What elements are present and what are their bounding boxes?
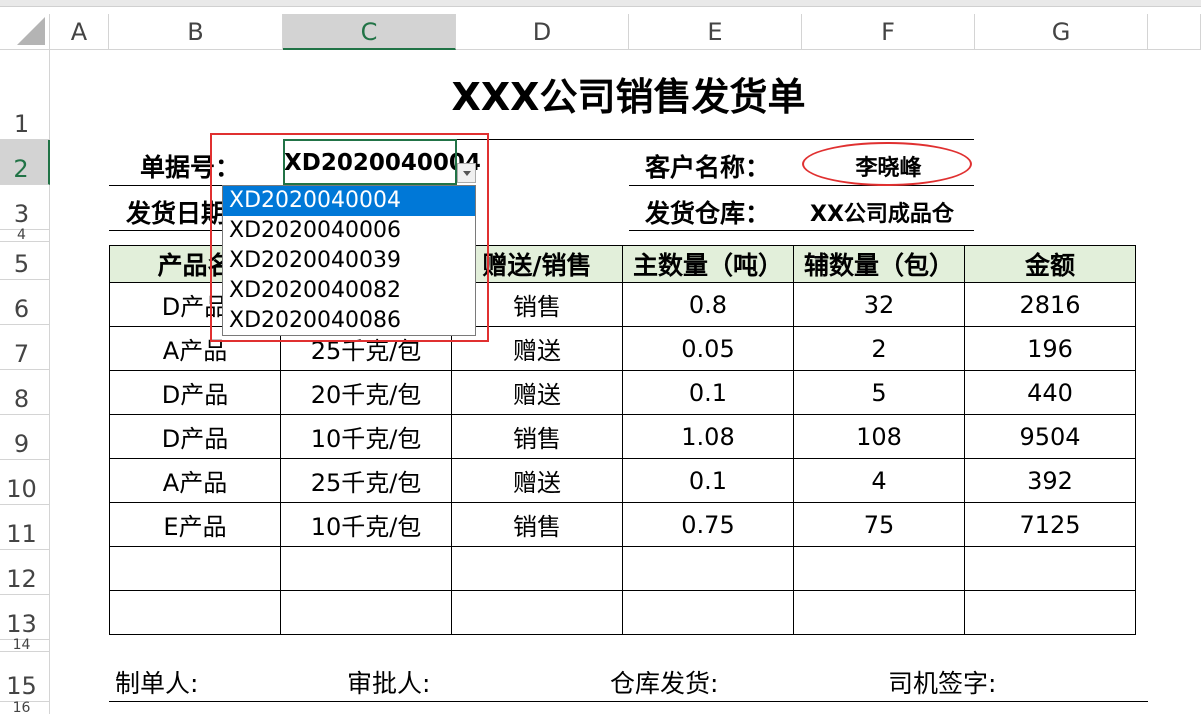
cell[interactable]: 0.1 [622, 370, 794, 415]
warehouse-value[interactable]: XX公司成品仓 [810, 196, 954, 228]
cell[interactable]: A产品 [109, 458, 281, 503]
annotation-red-box [210, 133, 489, 342]
cell[interactable] [280, 590, 452, 635]
header-amount[interactable]: 金额 [964, 245, 1136, 283]
row-header-9[interactable]: 9 [0, 415, 50, 460]
cell[interactable]: 销售 [451, 414, 623, 459]
row-header-6[interactable]: 6 [0, 280, 50, 325]
cell[interactable] [451, 546, 623, 591]
table-row: D产品 10千克/包 销售 1.08 108 9504 [109, 414, 1136, 459]
table-row: E产品 10千克/包 销售 0.75 75 7125 [109, 502, 1136, 547]
cell[interactable]: 4 [793, 458, 965, 503]
column-header-b[interactable]: B [109, 14, 283, 50]
cell[interactable]: 392 [964, 458, 1136, 503]
cell[interactable]: D产品 [109, 414, 281, 459]
cell[interactable]: 1.08 [622, 414, 794, 459]
row-header-3[interactable]: 3 [0, 185, 50, 230]
cell[interactable] [793, 590, 965, 635]
column-header-h[interactable] [1148, 14, 1201, 50]
row-header-2[interactable]: 2 [0, 140, 50, 185]
cell[interactable]: 440 [964, 370, 1136, 415]
column-header-e[interactable]: E [629, 14, 802, 50]
form-title: XXX公司销售发货单 [451, 75, 806, 119]
column-header-d[interactable]: D [456, 14, 629, 50]
cell[interactable]: 75 [793, 502, 965, 547]
ribbon-edge [0, 0, 1201, 7]
row-header-14[interactable]: 14 [0, 638, 50, 652]
row-header-8[interactable]: 8 [0, 370, 50, 415]
header-aux-qty[interactable]: 辅数量（包） [793, 245, 965, 283]
table-row [109, 590, 1136, 635]
customer-row-underline [629, 185, 974, 186]
table-row: A产品 25千克/包 赠送 0.1 4 392 [109, 458, 1136, 503]
cell[interactable]: 9504 [964, 414, 1136, 459]
select-all-button[interactable] [0, 14, 50, 50]
cell[interactable]: 25千克/包 [280, 458, 452, 503]
cell[interactable]: 2 [793, 326, 965, 371]
approver-label: 审批人: [347, 669, 431, 698]
row-header-1[interactable]: 1 [0, 50, 50, 140]
column-header-g[interactable]: G [975, 14, 1148, 50]
table-row: D产品 20千克/包 赠送 0.1 5 440 [109, 370, 1136, 415]
cell[interactable]: 0.75 [622, 502, 794, 547]
cell[interactable] [451, 590, 623, 635]
cell[interactable]: 0.05 [622, 326, 794, 371]
cell[interactable]: 10千克/包 [280, 502, 452, 547]
annotation-red-ellipse [802, 142, 972, 186]
customer-label: 客户名称： [645, 153, 771, 182]
column-header-a[interactable]: A [50, 14, 109, 50]
cell[interactable]: 10千克/包 [280, 414, 452, 459]
row-header-13[interactable]: 13 [0, 595, 50, 640]
cell[interactable]: E产品 [109, 502, 281, 547]
cell[interactable]: 2816 [964, 282, 1136, 327]
cell[interactable] [964, 546, 1136, 591]
cell[interactable]: 销售 [451, 502, 623, 547]
row-header-16[interactable]: 16 [0, 701, 50, 715]
cell[interactable] [964, 590, 1136, 635]
column-header-c[interactable]: C [283, 14, 456, 50]
cell[interactable] [109, 546, 281, 591]
table-row [109, 546, 1136, 591]
cell[interactable]: 赠送 [451, 370, 623, 415]
select-all-icon [17, 17, 45, 45]
cell[interactable] [109, 590, 281, 635]
cell[interactable]: 32 [793, 282, 965, 327]
cell[interactable] [280, 546, 452, 591]
warehouse-row-underline [629, 230, 974, 231]
driver-sign-label: 司机签字: [888, 669, 997, 698]
column-header-bar: A B C D E F G [0, 0, 1201, 50]
header-main-qty[interactable]: 主数量（吨） [622, 245, 794, 283]
cell[interactable] [622, 546, 794, 591]
cell[interactable]: D产品 [109, 370, 281, 415]
cell[interactable]: 20千克/包 [280, 370, 452, 415]
row-header-15[interactable]: 15 [0, 652, 50, 702]
warehouse-ship-label: 仓库发货: [610, 669, 719, 698]
maker-label: 制单人: [115, 669, 199, 698]
cell[interactable]: 108 [793, 414, 965, 459]
row-header-10[interactable]: 10 [0, 460, 50, 505]
cell[interactable]: 赠送 [451, 458, 623, 503]
cell[interactable]: 5 [793, 370, 965, 415]
cell[interactable] [622, 590, 794, 635]
cell[interactable] [793, 546, 965, 591]
cell[interactable]: 7125 [964, 502, 1136, 547]
signature-underline [109, 701, 1148, 702]
row-header-4[interactable]: 4 [0, 228, 50, 242]
warehouse-label: 发货仓库： [645, 199, 771, 228]
row-header-5[interactable]: 5 [0, 242, 50, 280]
row-header-12[interactable]: 12 [0, 550, 50, 595]
column-header-f[interactable]: F [802, 14, 975, 50]
row-header-11[interactable]: 11 [0, 505, 50, 550]
row-header-7[interactable]: 7 [0, 325, 50, 370]
cell[interactable]: 0.8 [622, 282, 794, 327]
cell[interactable]: 196 [964, 326, 1136, 371]
cell[interactable]: 0.1 [622, 458, 794, 503]
